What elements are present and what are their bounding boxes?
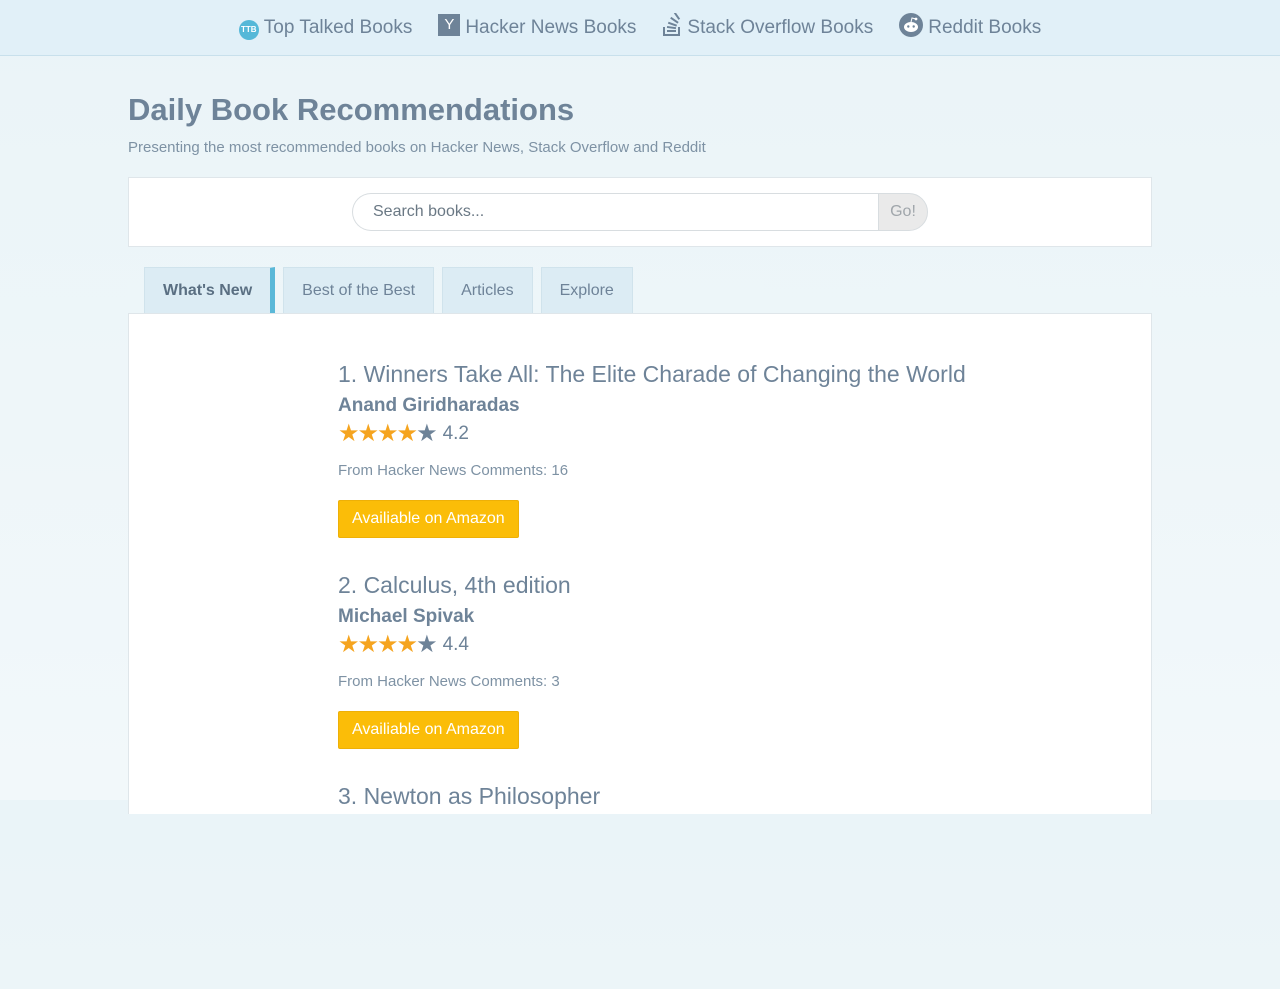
star-icon: ★ (357, 420, 380, 447)
reddit-icon (899, 12, 924, 37)
comment-count: From Hacker News Comments: 3 (338, 673, 560, 690)
main-container: Daily Book Recommendations Presenting th… (128, 56, 1152, 814)
star-icon: ★ (377, 420, 399, 447)
book-author: Anand Giridharadas (338, 395, 520, 416)
star-rating: ★ ★ ★ ★ ★ 4.4 (338, 631, 966, 659)
search-input[interactable] (352, 193, 878, 231)
tab-explore[interactable]: Explore (540, 267, 633, 313)
nav-item-stack-overflow-books[interactable]: Stack Overflow Books (662, 12, 874, 39)
tab-whats-new[interactable]: What's New (144, 267, 276, 313)
stack-overflow-icon (662, 12, 682, 37)
book-item: 2. Calculus, 4th edition Michael Spivak … (338, 567, 966, 778)
nav-item-reddit-books[interactable]: Reddit Books (899, 12, 1042, 39)
star-icon: ★ (377, 631, 399, 658)
amazon-button[interactable]: Availiable on Amazon (338, 500, 519, 538)
tab-articles[interactable]: Articles (442, 267, 533, 313)
book-title[interactable]: 2. Calculus, 4th edition (338, 567, 966, 603)
book-title[interactable]: 3. Newton as Philosopher (338, 778, 966, 814)
nav-item-label: Stack Overflow Books (687, 16, 874, 38)
nav-item-label: Top Talked Books (263, 16, 413, 38)
rating-value: 4.2 (442, 423, 469, 444)
book-list: 1. Winners Take All: The Elite Charade o… (338, 356, 966, 989)
search-panel: Go! (128, 177, 1152, 247)
book-list-panel: 1. Winners Take All: The Elite Charade o… (128, 313, 1152, 814)
top-navigation: TTB Top Talked Books Y Hacker News Books… (0, 0, 1280, 56)
star-icon: ★ (416, 420, 438, 447)
star-icon: ★ (338, 420, 360, 447)
search-bar: Go! (352, 193, 928, 231)
hacker-news-icon: Y (438, 13, 461, 36)
tab-bar: What's New Best of the Best Articles Exp… (128, 267, 1152, 313)
go-button[interactable]: Go! (878, 193, 928, 231)
star-icon: ★ (396, 631, 419, 658)
book-item: 3. Newton as Philosopher (338, 778, 966, 989)
book-title[interactable]: 1. Winners Take All: The Elite Charade o… (338, 356, 966, 392)
page-title: Daily Book Recommendations (128, 92, 575, 127)
nav-item-label: Hacker News Books (465, 16, 637, 38)
amazon-button[interactable]: Availiable on Amazon (338, 711, 519, 749)
nav-item-hacker-news-books[interactable]: Y Hacker News Books (438, 13, 637, 39)
comment-count: From Hacker News Comments: 16 (338, 462, 569, 479)
star-rating: ★ ★ ★ ★ ★ 4.2 (338, 420, 966, 448)
star-icon: ★ (357, 631, 380, 658)
star-icon: ★ (416, 631, 438, 658)
rating-value: 4.4 (442, 634, 469, 655)
nav-item-top-talked-books[interactable]: TTB Top Talked Books (238, 16, 413, 40)
ttb-logo-icon: TTB (238, 19, 259, 40)
page-subtitle: Presenting the most recommended books on… (128, 139, 706, 156)
book-author: Michael Spivak (338, 606, 475, 627)
star-icon: ★ (396, 420, 419, 447)
star-icon: ★ (338, 631, 360, 658)
nav-item-label: Reddit Books (928, 16, 1042, 38)
tab-best-of-the-best[interactable]: Best of the Best (283, 267, 435, 313)
book-item: 1. Winners Take All: The Elite Charade o… (338, 356, 966, 567)
